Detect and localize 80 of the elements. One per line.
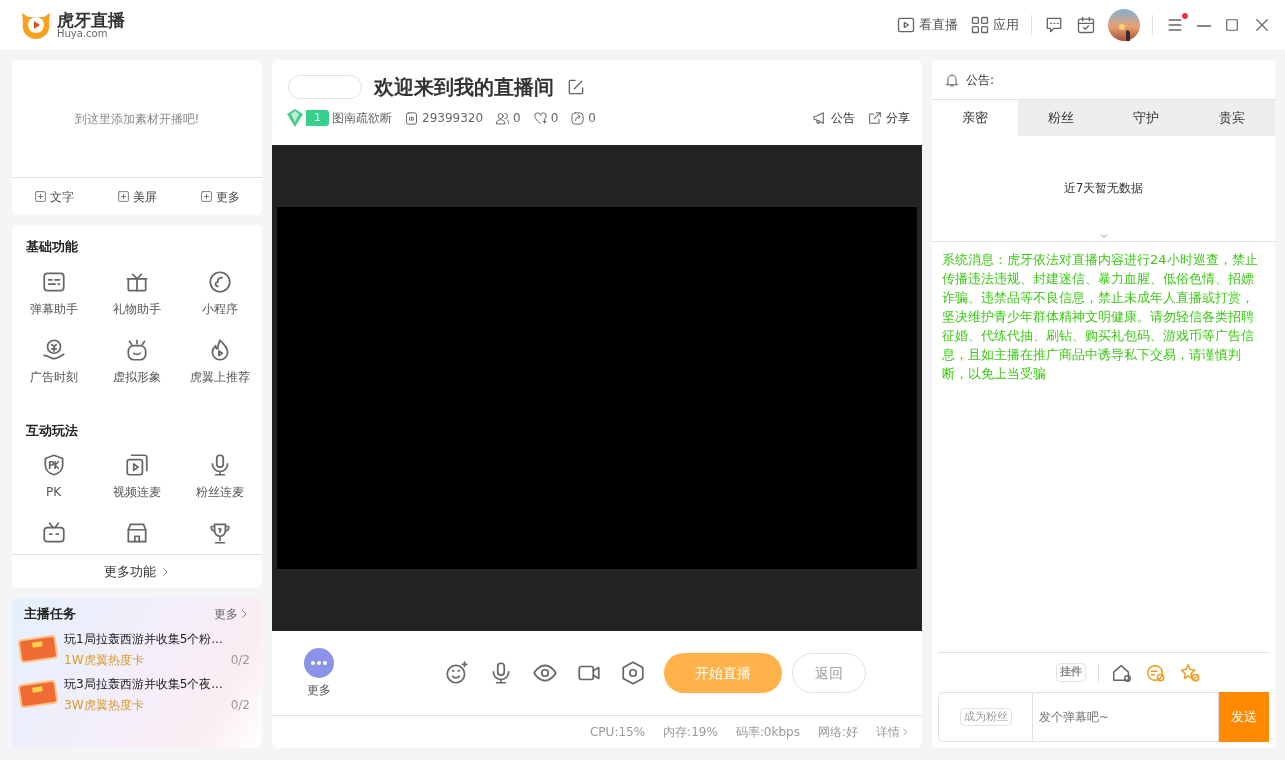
- feature-button[interactable]: 弹幕助手: [12, 268, 96, 323]
- share-icon: [867, 110, 883, 126]
- rank-tab[interactable]: 粉丝: [1017, 100, 1104, 136]
- rank-tab[interactable]: 贵宾: [1189, 100, 1275, 136]
- announcement-label: 公告:: [966, 71, 995, 89]
- coupon-icon: [18, 680, 58, 708]
- more-link[interactable]: 更多: [214, 604, 250, 623]
- add-button[interactable]: 文字: [33, 187, 74, 206]
- level-badge: 1: [306, 109, 329, 127]
- minimize-icon: [1197, 24, 1211, 27]
- avatar[interactable]: [1108, 9, 1140, 41]
- toolbar-button[interactable]: [620, 660, 646, 686]
- empty-text: 近7天暂无数据: [1063, 180, 1144, 197]
- edit-icon: [566, 77, 586, 97]
- task-reward: 1W虎翼热度卡: [64, 651, 144, 669]
- more-dots-icon: [304, 647, 334, 678]
- play-icon: [896, 15, 916, 35]
- rank-tab[interactable]: 守护: [1103, 100, 1190, 136]
- task-reward: 3W虎翼热度卡: [64, 696, 144, 714]
- status-text: 网络:好: [817, 724, 858, 741]
- chat-bubble-icon: [1044, 15, 1064, 35]
- grid-icon: [970, 15, 990, 35]
- feature-button[interactable]: 粉丝连麦: [178, 452, 262, 506]
- section-title: 基础功能: [26, 238, 79, 256]
- room-id: 29399320: [422, 110, 484, 127]
- task-progress: 0/2: [230, 696, 250, 714]
- chevron-right-icon: [900, 727, 910, 737]
- section-title: 主播任务: [24, 605, 76, 623]
- feature-button[interactable]: PK: [12, 452, 96, 506]
- video-window-icon: [124, 452, 150, 478]
- heart-plus-icon: [532, 110, 548, 126]
- feature-button[interactable]: 小程序: [178, 268, 262, 323]
- nav-button[interactable]: 应用: [970, 15, 1019, 35]
- logo-name: 虎牙直播: [57, 11, 125, 29]
- status-text: CPU:15%: [590, 724, 646, 741]
- toolbar-button[interactable]: [444, 660, 470, 686]
- nav-button[interactable]: 看直播: [896, 15, 958, 35]
- stat-count: 0: [513, 110, 521, 127]
- header-action[interactable]: 公告: [812, 109, 855, 127]
- calendar-button[interactable]: [1076, 15, 1096, 35]
- plus-square-icon: [117, 190, 130, 203]
- status-text: 内存:19%: [663, 724, 718, 741]
- task-name: 玩3局拉轰西游并收集5个夜...: [64, 675, 224, 693]
- stat-count: 0: [588, 110, 596, 127]
- link-circle-icon: [207, 268, 234, 295]
- feature-button[interactable]: 视频连麦: [95, 452, 179, 506]
- add-button[interactable]: 美屏: [117, 187, 157, 206]
- system-message: 系统消息：虎牙依法对直播内容进行24小时巡查，禁止传播违法违规、封建迷信、暴力血腥、低俗色情、招嫖诈骗、违禁品等不良信息，禁止未成年人直播或打赏，坚决维护青少年群体精神文明健康。请勿轻信各类招聘征婚、代练代抽、刷钻、购买礼包码、游戏币等广告信息，且如主播在推广商品中诱导私下交易，请谨慎判断，以免上当受骗: [941, 250, 1259, 383]
- smiley-sparkle-icon: [444, 660, 470, 686]
- owner-name: 图南疏欲断: [332, 110, 392, 127]
- feature-button[interactable]: 广告时刻: [12, 336, 96, 391]
- coupon-icon: [18, 635, 58, 663]
- widget-tag[interactable]: 挂件: [1056, 663, 1086, 682]
- logo-domain: Huya.com: [57, 28, 108, 39]
- storefront-icon: [124, 520, 150, 546]
- more-features-link[interactable]: 更多功能: [103, 561, 171, 582]
- plus-square-icon: [200, 190, 214, 203]
- feature-button[interactable]: 虚拟形象: [95, 336, 179, 391]
- gem-badge-icon: [284, 108, 306, 128]
- message-button[interactable]: [1044, 15, 1064, 35]
- feature-button[interactable]: 礼物助手: [95, 268, 179, 323]
- id-icon: [404, 110, 419, 126]
- tv-icon: [40, 520, 67, 546]
- more-button[interactable]: 更多: [304, 647, 334, 699]
- header-action[interactable]: 分享: [867, 109, 910, 127]
- plus-square-icon: [33, 190, 47, 203]
- calendar-icon: [1076, 15, 1096, 35]
- material-hint: 到这里添加素材开播吧!: [74, 110, 200, 128]
- blocked-star-icon: [1179, 661, 1201, 684]
- stat-count: 0: [550, 110, 559, 127]
- task-progress: 0/2: [230, 651, 250, 669]
- room-title: 欢迎来到我的直播间: [374, 74, 554, 101]
- danmaku-input[interactable]: 发个弹幕吧~: [1033, 692, 1219, 742]
- status-text: 码率:0kbps: [735, 724, 800, 741]
- feature-button[interactable]: 虎翼上推荐: [178, 336, 262, 391]
- section-title: 互动玩法: [26, 421, 79, 440]
- task-name: 玩1局拉轰西游并收集5个粉...: [64, 630, 224, 648]
- users-icon: [495, 110, 511, 126]
- add-button[interactable]: 更多: [200, 187, 241, 206]
- hexagon-icon: [620, 660, 646, 686]
